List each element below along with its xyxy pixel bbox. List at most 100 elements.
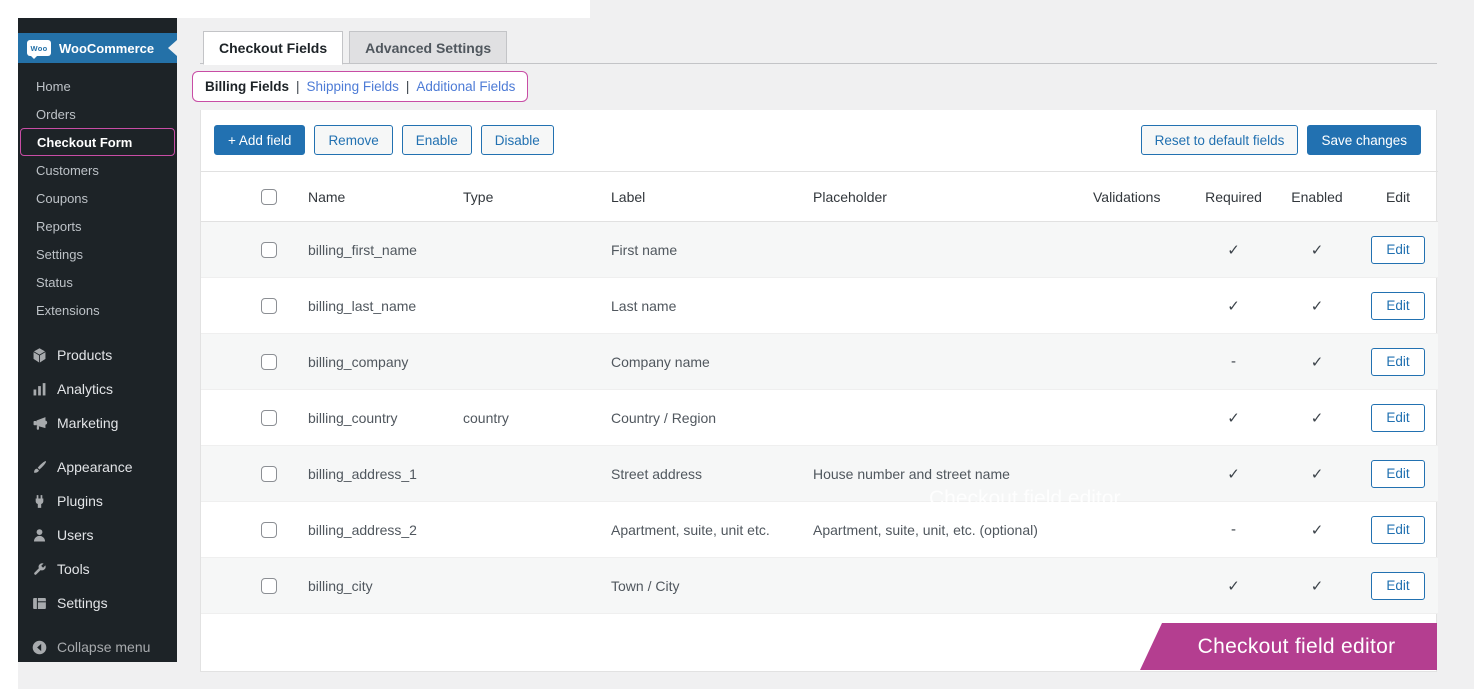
- subtab-shipping-fields[interactable]: Shipping Fields: [307, 79, 399, 94]
- sidebar-item-label: Products: [57, 347, 113, 363]
- tab-bar: Checkout Fields Advanced Settings: [203, 31, 513, 65]
- row-checkbox[interactable]: [261, 522, 277, 539]
- edit-button[interactable]: Edit: [1371, 403, 1425, 432]
- subtab-separator: |: [296, 79, 300, 94]
- sidebar-item-status[interactable]: Status: [18, 268, 177, 296]
- required-check-icon: ✓: [1227, 241, 1240, 259]
- required-check-icon: ✓: [1227, 297, 1240, 315]
- cell-required: ✓: [1191, 558, 1276, 614]
- sidebar-item-label: Collapse menu: [57, 639, 151, 655]
- cell-placeholder: [801, 390, 1081, 446]
- cell-label: Last name: [611, 297, 677, 314]
- sidebar-item-settings[interactable]: Settings: [18, 240, 177, 268]
- tab-checkout-fields[interactable]: Checkout Fields: [203, 31, 344, 65]
- settings-icon: [30, 594, 48, 612]
- sidebar-item-extensions[interactable]: Extensions: [18, 296, 177, 324]
- sidebar-item-reports[interactable]: Reports: [18, 212, 177, 240]
- sidebar-item-tools[interactable]: Tools: [18, 552, 177, 586]
- row-checkbox[interactable]: [261, 466, 277, 483]
- sidebar-item-label: Settings: [57, 595, 108, 611]
- row-checkbox[interactable]: [261, 578, 277, 595]
- edit-button[interactable]: Edit: [1371, 515, 1425, 544]
- cell-edit: Edit: [1358, 558, 1438, 614]
- cell-label: Town / City: [611, 577, 680, 594]
- row-checkbox[interactable]: [261, 410, 277, 427]
- sidebar-item-coupons[interactable]: Coupons: [18, 184, 177, 212]
- sidebar-item-orders[interactable]: Orders: [18, 100, 177, 128]
- cell-required: ✓: [1191, 446, 1276, 502]
- reset-default-fields-button[interactable]: Reset to default fields: [1140, 125, 1299, 155]
- cell-edit: Edit: [1358, 390, 1438, 446]
- current-menu-arrow-icon: [168, 40, 177, 56]
- cell-name: billing_city: [308, 577, 373, 594]
- subtab-additional-fields[interactable]: Additional Fields: [416, 79, 515, 94]
- select-all-checkbox[interactable]: [261, 189, 277, 206]
- cell-placeholder: [801, 278, 1081, 334]
- enabled-check-icon: ✓: [1310, 577, 1324, 595]
- tools-icon: [30, 560, 48, 578]
- row-checkbox-cell: [249, 334, 296, 390]
- subtab-billing-fields[interactable]: Billing Fields: [205, 79, 289, 94]
- wordpress-admin-page: Woo WooCommerce Home Orders Checkout Form C…: [0, 0, 1474, 689]
- tab-advanced-settings[interactable]: Advanced Settings: [349, 31, 508, 64]
- required-check-icon: ✓: [1227, 409, 1240, 427]
- header-select-all: [249, 171, 296, 222]
- sidebar-item-products[interactable]: Products: [18, 338, 177, 372]
- table-row: billing_address_2 Apartment, suite, unit …: [201, 502, 1438, 558]
- sidebar-item-settings[interactable]: Settings: [18, 586, 177, 620]
- edit-button[interactable]: Edit: [1371, 571, 1425, 600]
- edit-button[interactable]: Edit: [1371, 291, 1425, 320]
- menu-separator: [18, 440, 177, 450]
- required-check-icon: ✓: [1227, 465, 1240, 483]
- row-checkbox-cell: [249, 502, 296, 558]
- cell-name: billing_last_name: [308, 297, 417, 314]
- users-icon: [30, 526, 48, 544]
- sidebar-item-analytics[interactable]: Analytics: [18, 372, 177, 406]
- cell-placeholder: Apartment, suite, unit, etc. (optional): [813, 521, 1038, 538]
- sidebar-item-users[interactable]: Users: [18, 518, 177, 552]
- cell-name: billing_address_2: [308, 521, 417, 538]
- row-drag-cell: [201, 502, 249, 558]
- disable-button[interactable]: Disable: [480, 125, 554, 155]
- enabled-check-icon: ✓: [1310, 297, 1324, 315]
- row-checkbox[interactable]: [261, 298, 277, 315]
- add-field-button[interactable]: + Add field: [214, 125, 306, 155]
- edit-button[interactable]: Edit: [1371, 235, 1425, 264]
- admin-sidebar: Woo WooCommerce Home Orders Checkout Form C…: [18, 18, 177, 662]
- enable-button[interactable]: Enable: [401, 125, 472, 155]
- sidebar-item-checkout-form[interactable]: Checkout Form: [20, 128, 175, 156]
- cell-type: country: [463, 409, 509, 426]
- cell-required: -: [1191, 334, 1276, 390]
- header-enabled: Enabled: [1276, 171, 1358, 222]
- remove-button[interactable]: Remove: [314, 125, 393, 155]
- cell-validations: [1081, 558, 1191, 614]
- header-validations: Validations: [1081, 171, 1191, 222]
- sidebar-item-collapse-menu[interactable]: Collapse menu: [18, 630, 177, 664]
- cell-required: -: [1191, 502, 1276, 558]
- admin-menu-section-b: Appearance Plugins Users Tools Settings: [18, 450, 177, 620]
- cell-name: billing_first_name: [308, 241, 417, 258]
- cell-validations: [1081, 334, 1191, 390]
- edit-button[interactable]: Edit: [1371, 459, 1425, 488]
- sidebar-item-plugins[interactable]: Plugins: [18, 484, 177, 518]
- billing-fields-table: Name Type Label Placeholder Validations …: [201, 171, 1438, 614]
- cell-enabled: ✓: [1276, 390, 1358, 446]
- analytics-icon: [30, 380, 48, 398]
- header-name: Name: [296, 171, 451, 222]
- cell-edit: Edit: [1358, 222, 1438, 278]
- sidebar-item-customers[interactable]: Customers: [18, 156, 177, 184]
- cell-placeholder: House number and street name: [813, 465, 1010, 482]
- cell-label: First name: [611, 241, 678, 258]
- row-drag-cell: [201, 278, 249, 334]
- header-required: Required: [1191, 171, 1276, 222]
- sidebar-item-woocommerce[interactable]: Woo WooCommerce: [18, 33, 177, 63]
- row-checkbox[interactable]: [261, 242, 277, 259]
- sidebar-item-appearance[interactable]: Appearance: [18, 450, 177, 484]
- toolbar-right-group: Reset to default fields Save changes: [1140, 125, 1421, 155]
- save-changes-button[interactable]: Save changes: [1307, 125, 1421, 155]
- sidebar-item-home[interactable]: Home: [18, 72, 177, 100]
- edit-button[interactable]: Edit: [1371, 347, 1425, 376]
- row-checkbox[interactable]: [261, 354, 277, 371]
- cell-placeholder: [801, 558, 1081, 614]
- sidebar-item-marketing[interactable]: Marketing: [18, 406, 177, 440]
